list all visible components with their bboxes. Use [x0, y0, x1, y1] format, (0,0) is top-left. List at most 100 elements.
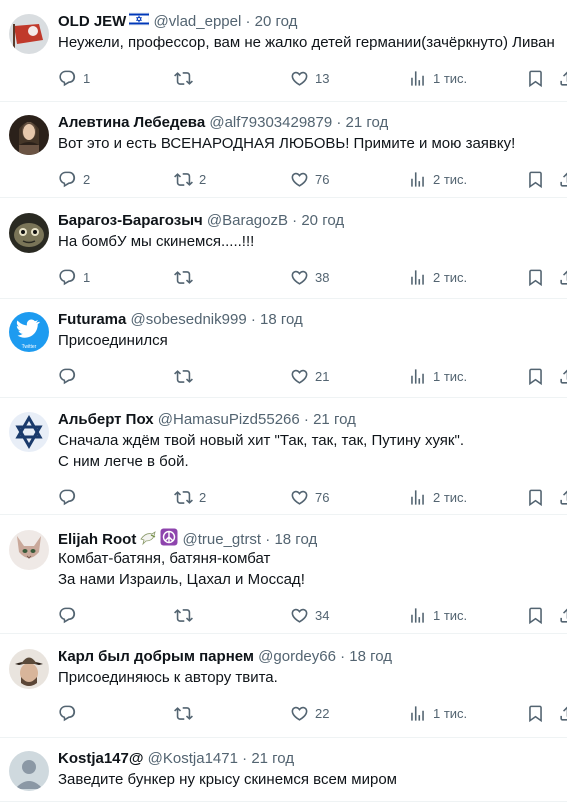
- author-handle[interactable]: @BaragozB: [207, 212, 288, 229]
- tweet[interactable]: Elijah Root @true_gtrst · 18 год Комбат-б…: [0, 515, 567, 634]
- twitter-bird-avatar-icon[interactable]: Twitter: [9, 312, 49, 352]
- portrait-avatar-icon[interactable]: [9, 115, 49, 155]
- sphynx-cat-avatar-icon[interactable]: [9, 530, 49, 570]
- bookmark-button[interactable]: [526, 356, 545, 396]
- timestamp[interactable]: 18 год: [274, 531, 317, 548]
- author-name[interactable]: OLD JEW: [58, 13, 126, 30]
- share-button[interactable]: [558, 58, 567, 98]
- author-name[interactable]: Альберт Пох: [58, 411, 154, 428]
- like-button[interactable]: 21: [290, 356, 329, 396]
- share-button[interactable]: [558, 159, 567, 199]
- share-button[interactable]: [558, 257, 567, 297]
- retweet-button[interactable]: [174, 595, 199, 635]
- retweet-button[interactable]: 2: [174, 159, 206, 199]
- share-button[interactable]: [558, 595, 567, 635]
- reply-button[interactable]: [58, 595, 83, 635]
- share-icon: [558, 268, 567, 287]
- like-button[interactable]: 13: [290, 58, 329, 98]
- separator-dot: ·: [288, 212, 302, 229]
- retweet-button[interactable]: [174, 58, 199, 98]
- author-handle[interactable]: @true_gtrst: [183, 531, 262, 548]
- timestamp[interactable]: 21 год: [313, 411, 356, 428]
- views-chart-icon: [408, 170, 427, 189]
- views-count: 1 тис.: [433, 368, 468, 384]
- like-button[interactable]: 76: [290, 477, 329, 517]
- retweet-button[interactable]: [174, 693, 199, 733]
- hat-man-avatar-icon[interactable]: [9, 649, 49, 689]
- tweet[interactable]: Kostja147@ @Kostja1471 · 21 год Заведите …: [0, 738, 567, 802]
- tweet-header: Kostja147@ @Kostja1471 · 21 год: [58, 749, 555, 769]
- bookmark-button[interactable]: [526, 595, 545, 635]
- timestamp[interactable]: 21 год: [251, 750, 294, 767]
- like-button[interactable]: 22: [290, 693, 329, 733]
- creature-avatar-icon[interactable]: [9, 213, 49, 253]
- author-handle[interactable]: @gordey66: [258, 648, 336, 665]
- views-button[interactable]: 2 тис.: [408, 257, 467, 297]
- like-button[interactable]: 34: [290, 595, 329, 635]
- views-button[interactable]: 2 тис.: [408, 159, 467, 199]
- like-button[interactable]: 76: [290, 159, 329, 199]
- tweet-header: Алевтина Лебедева @alf79303429879 · 21 г…: [58, 113, 555, 133]
- tweet[interactable]: Алевтина Лебедева @alf79303429879 · 21 г…: [0, 102, 567, 198]
- retweet-button[interactable]: [174, 356, 199, 396]
- bookmark-button[interactable]: [526, 693, 545, 733]
- timestamp[interactable]: 18 год: [349, 648, 392, 665]
- bookmark-button[interactable]: [526, 58, 545, 98]
- likes-count: 38: [315, 269, 330, 285]
- bookmark-button[interactable]: [526, 257, 545, 297]
- timestamp[interactable]: 20 год: [301, 212, 344, 229]
- svg-text:Twitter: Twitter: [22, 344, 37, 350]
- author-handle[interactable]: @sobesednik999: [131, 311, 247, 328]
- views-button[interactable]: 1 тис.: [408, 58, 467, 98]
- views-button[interactable]: 1 тис.: [408, 693, 467, 733]
- author-name[interactable]: Барагоз-Барагозыч: [58, 212, 203, 229]
- views-button[interactable]: 2 тис.: [408, 477, 467, 517]
- like-button[interactable]: 38: [290, 257, 329, 297]
- views-chart-icon: [408, 704, 427, 723]
- bookmark-button[interactable]: [526, 159, 545, 199]
- tweet-text-line: Заведите бункер ну крысу скинемся всем м…: [58, 771, 397, 788]
- author-name[interactable]: Elijah Root: [58, 531, 136, 548]
- tweet[interactable]: Барагоз-Барагозыч @BaragozB · 20 год На б…: [0, 198, 567, 299]
- timestamp[interactable]: 21 год: [346, 114, 389, 131]
- reply-button[interactable]: 1: [58, 257, 90, 297]
- author-handle[interactable]: @alf79303429879: [209, 114, 332, 131]
- author-name[interactable]: Futurama: [58, 311, 126, 328]
- default-avatar-icon[interactable]: [9, 751, 49, 791]
- heart-icon: [290, 170, 309, 189]
- author-name[interactable]: Kostja147@: [58, 750, 144, 767]
- reply-button[interactable]: [58, 693, 83, 733]
- reply-button[interactable]: [58, 356, 83, 396]
- tweet-text: Сначала ждём твой новый хит "Так, так, т…: [58, 430, 555, 472]
- timestamp[interactable]: 20 год: [255, 13, 298, 30]
- likes-count: 22: [315, 705, 330, 721]
- star-of-david-avatar-icon[interactable]: [9, 412, 49, 452]
- separator-dot: ·: [246, 311, 260, 328]
- tweet[interactable]: Twitter Futurama @sobesednik999 · 18 год П…: [0, 299, 567, 398]
- author-handle[interactable]: @Kostja1471: [148, 750, 238, 767]
- author-handle[interactable]: @vlad_eppel: [154, 13, 242, 30]
- tweet-actions: 1 13 1 тис.: [58, 58, 567, 98]
- bookmark-button[interactable]: [526, 477, 545, 517]
- retweet-button[interactable]: [174, 257, 199, 297]
- share-button[interactable]: [558, 693, 567, 733]
- tweet[interactable]: Альберт Пох @HamasuPizd55266 · 21 год Сна…: [0, 398, 567, 515]
- share-button[interactable]: [558, 477, 567, 517]
- views-button[interactable]: 1 тис.: [408, 356, 467, 396]
- tweet[interactable]: Карл был добрым парнем @gordey66 · 18 го…: [0, 634, 567, 738]
- red-flag-avatar-icon[interactable]: [9, 14, 49, 54]
- author-handle[interactable]: @HamasuPizd55266: [158, 411, 300, 428]
- retweet-button[interactable]: 2: [174, 477, 206, 517]
- reply-button[interactable]: [58, 477, 83, 517]
- share-button[interactable]: [558, 356, 567, 396]
- author-name[interactable]: Алевтина Лебедева: [58, 114, 205, 131]
- reply-icon: [58, 704, 77, 723]
- reply-button[interactable]: 1: [58, 58, 90, 98]
- reply-button[interactable]: 2: [58, 159, 90, 199]
- views-button[interactable]: 1 тис.: [408, 595, 467, 635]
- retweet-icon: [174, 488, 193, 507]
- tweet[interactable]: OLD JEW @vlad_eppel · 20 год Неужели, про…: [0, 0, 567, 102]
- separator-dot: ·: [335, 648, 350, 665]
- author-name[interactable]: Карл был добрым парнем: [58, 648, 254, 665]
- timestamp[interactable]: 18 год: [260, 311, 303, 328]
